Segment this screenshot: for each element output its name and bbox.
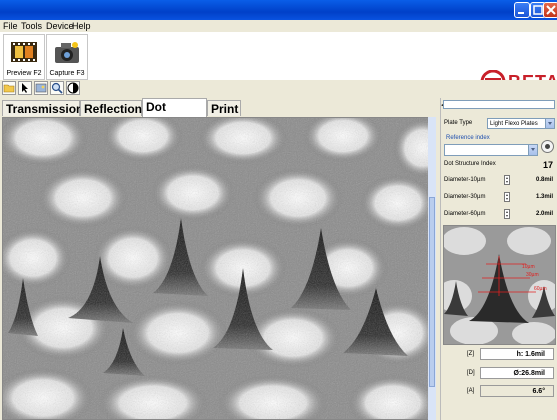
tool-icon-bar <box>0 80 557 98</box>
preview-label: Preview F2 <box>6 70 42 77</box>
menu-bar: File Tools Device Help <box>0 20 557 32</box>
readout-a-value: 6.6° <box>480 385 554 397</box>
film-icon <box>11 42 37 62</box>
diameter-30-label: Diameter-30µm <box>444 194 486 200</box>
dot-structure-value: 17 <box>542 160 553 170</box>
viewer-scroll-thumb[interactable] <box>429 197 435 387</box>
readout-d-value: Ø:26.8mil <box>480 367 554 379</box>
plate-type-label: Plate Type <box>444 120 473 126</box>
contrast-icon <box>67 82 79 94</box>
tab-dot-shape[interactable]: Dot Shape <box>142 98 207 130</box>
thumb-label-30: 30µm <box>526 272 539 278</box>
reference-target-button[interactable] <box>541 140 554 153</box>
tab-print[interactable]: Print <box>207 100 241 116</box>
close-icon <box>546 5 556 15</box>
diameter-60-spinner[interactable] <box>504 209 510 219</box>
image-icon <box>35 83 47 93</box>
dot-shape-image <box>3 118 432 419</box>
chevron-down-icon <box>528 145 537 155</box>
preview-button[interactable]: Preview F2 <box>3 34 45 80</box>
menu-help[interactable]: Help <box>72 20 91 32</box>
diameter-60-label: Diameter-60µm <box>444 211 486 217</box>
folder-icon <box>3 84 15 93</box>
dot-shape-image-viewer[interactable] <box>2 117 433 420</box>
diameter-30-value: 1.3mil <box>535 194 553 200</box>
tab-reflection[interactable]: Reflection <box>80 100 142 116</box>
diameter-10-spinner[interactable] <box>504 175 510 185</box>
title-bar <box>0 0 557 20</box>
pointer-icon <box>22 83 28 93</box>
menu-device[interactable]: Device <box>46 20 74 32</box>
camera-icon <box>55 42 79 63</box>
viewer-scrollbar[interactable] <box>428 117 436 420</box>
select-pointer-button[interactable] <box>18 81 32 95</box>
diameter-10-label: Diameter-10µm <box>444 177 486 183</box>
menu-tools[interactable]: Tools <box>21 20 42 32</box>
thumb-label-10: 10µm <box>522 264 535 270</box>
main-toolbar: Preview F2 Capture F3 BETA <box>0 32 557 95</box>
dot-structure-label: Dot Structure Index <box>444 161 496 167</box>
readout-a-label: [A] <box>467 388 475 394</box>
diameter-10-value: 0.8mil <box>535 177 553 183</box>
minimize-button[interactable] <box>514 2 530 18</box>
readout-z-value: h: 1.6mil <box>480 348 554 360</box>
readout-z-label: [Z] <box>467 351 474 357</box>
reference-index-select[interactable] <box>444 144 538 156</box>
plate-type-select[interactable]: Light Flexo Plates <box>487 118 555 129</box>
zoom-button[interactable] <box>50 81 64 95</box>
minimize-icon <box>518 12 524 14</box>
readout-d-label: [D] <box>467 370 475 376</box>
maximize-icon <box>533 5 543 15</box>
status-field <box>443 100 555 109</box>
thumb-label-60: 60µm <box>534 286 547 292</box>
capture-button[interactable]: Capture F3 <box>46 34 88 80</box>
dot-profile-thumbnail: 10µm 30µm 60µm <box>443 225 556 345</box>
image-tool-button[interactable] <box>34 81 48 95</box>
chevron-down-icon <box>545 119 554 128</box>
diameter-60-value: 2.0mil <box>535 211 553 217</box>
tab-strip: Transmission Reflection Dot Shape Print <box>0 98 440 130</box>
reference-index-label: Reference index <box>446 135 490 141</box>
menu-file[interactable]: File <box>3 20 18 32</box>
tab-transmission[interactable]: Transmission <box>2 100 83 116</box>
dot-profile-image: 10µm 30µm 60µm <box>444 226 555 344</box>
capture-label: Capture F3 <box>49 70 85 77</box>
magnifier-icon <box>51 82 63 94</box>
plate-type-value: Light Flexo Plates <box>490 121 538 127</box>
contrast-button[interactable] <box>66 81 80 95</box>
open-folder-button[interactable] <box>2 81 16 95</box>
diameter-30-spinner[interactable] <box>504 192 510 202</box>
close-button[interactable] <box>543 2 557 18</box>
